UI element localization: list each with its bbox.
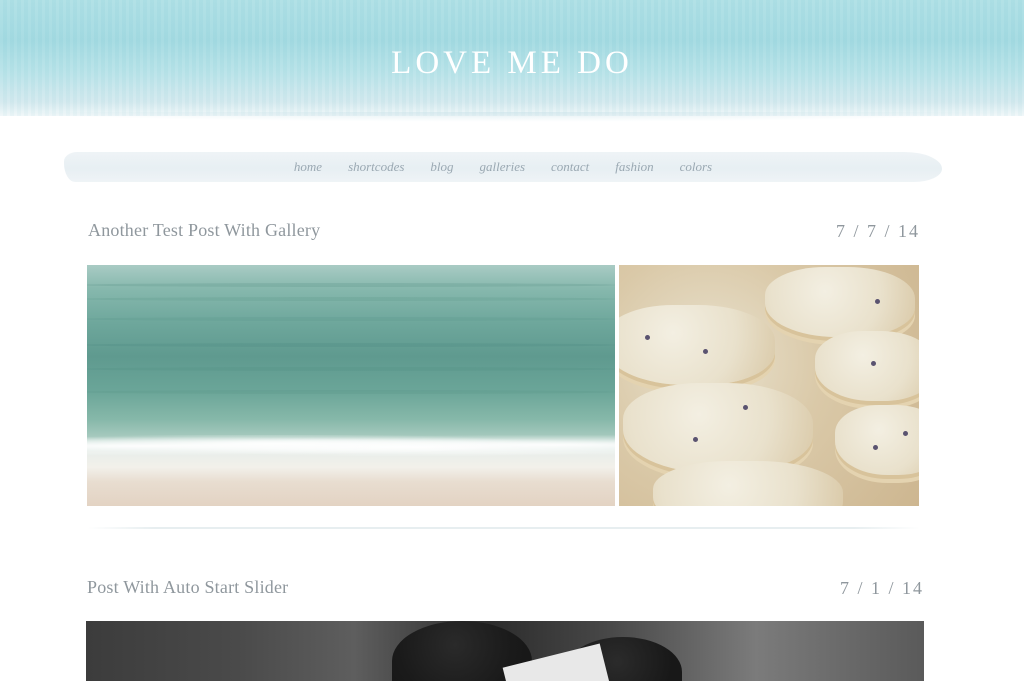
berry-dot bbox=[903, 431, 908, 436]
sea-foam-shape bbox=[87, 435, 615, 457]
nav-item-colors[interactable]: colors bbox=[680, 159, 713, 175]
cookie-shape bbox=[623, 383, 813, 473]
sea-wave-shape bbox=[87, 297, 615, 301]
cookie-shape bbox=[815, 331, 919, 401]
nav-links: home shortcodes blog galleries contact f… bbox=[64, 150, 942, 184]
nav-item-home[interactable]: home bbox=[294, 159, 322, 175]
berry-dot bbox=[875, 299, 880, 304]
nav-item-blog[interactable]: blog bbox=[430, 159, 453, 175]
nav-item-contact[interactable]: contact bbox=[551, 159, 589, 175]
nav-item-shortcodes[interactable]: shortcodes bbox=[348, 159, 404, 175]
post-title[interactable]: Post With Auto Start Slider bbox=[87, 576, 288, 598]
post-date: 7 / 7 / 14 bbox=[835, 221, 920, 241]
berry-dot bbox=[743, 405, 748, 410]
cookie-shape bbox=[765, 267, 915, 337]
sea-wave-shape bbox=[87, 390, 615, 394]
sea-wave-shape bbox=[87, 367, 615, 371]
berry-dot bbox=[703, 349, 708, 354]
berry-dot bbox=[873, 445, 878, 450]
site-header: LOVE ME DO bbox=[0, 0, 1024, 122]
cookie-shape bbox=[835, 405, 919, 475]
berry-dot bbox=[693, 437, 698, 442]
slider-image-bw[interactable] bbox=[86, 621, 924, 681]
gallery-image-sea[interactable] bbox=[87, 265, 615, 506]
sea-wave-shape bbox=[87, 283, 615, 287]
page: LOVE ME DO home shortcodes blog gallerie… bbox=[0, 0, 1024, 681]
nav-item-fashion[interactable]: fashion bbox=[615, 159, 653, 175]
gallery-image-cookies[interactable] bbox=[619, 265, 919, 506]
post-date: 7 / 1 / 14 bbox=[839, 578, 924, 598]
berry-dot bbox=[645, 335, 650, 340]
main-nav: home shortcodes blog galleries contact f… bbox=[64, 150, 942, 184]
sea-wave-shape bbox=[87, 343, 615, 347]
nav-item-galleries[interactable]: galleries bbox=[480, 159, 526, 175]
post-divider bbox=[88, 527, 920, 529]
sea-wave-shape bbox=[87, 317, 615, 321]
post-title[interactable]: Another Test Post With Gallery bbox=[88, 219, 320, 241]
cookie-shape bbox=[653, 461, 843, 506]
site-title[interactable]: LOVE ME DO bbox=[0, 44, 1024, 82]
cookie-shape bbox=[619, 305, 775, 385]
berry-dot bbox=[871, 361, 876, 366]
